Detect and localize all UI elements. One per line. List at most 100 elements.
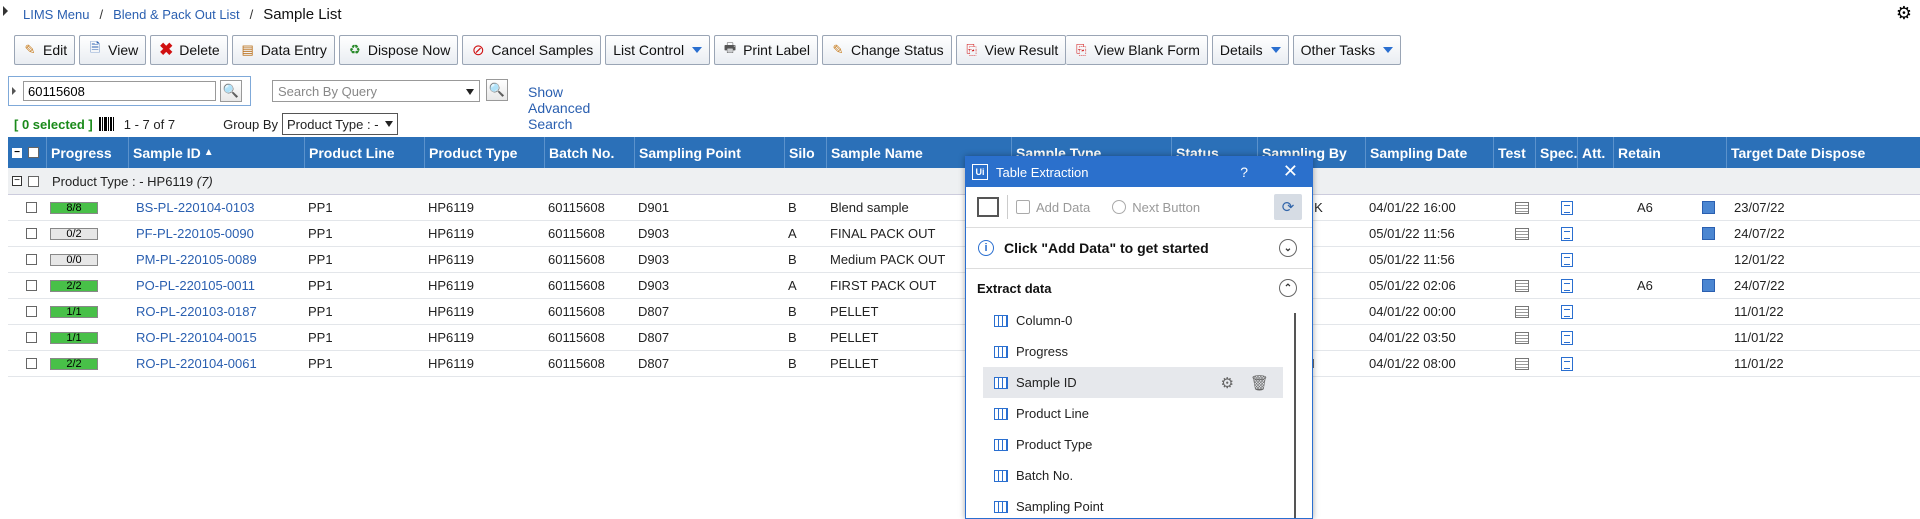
other-tasks-button[interactable]: Other Tasks xyxy=(1292,35,1402,65)
table-row[interactable]: 0/0 PM-PL-220105-0089 PP1 HP6119 60115608 D90… xyxy=(8,247,1920,273)
spec-document-icon[interactable] xyxy=(1561,252,1573,267)
sample-id-link[interactable]: RO-PL-220104-0061 xyxy=(136,356,257,371)
test-list-icon[interactable] xyxy=(1515,279,1529,292)
row-checkbox[interactable] xyxy=(26,306,37,317)
row-checkbox[interactable] xyxy=(26,280,37,291)
retain-storage-icon[interactable] xyxy=(1702,201,1715,214)
show-advanced-search-link[interactable]: Show Advanced Search xyxy=(528,84,590,132)
test-list-icon[interactable] xyxy=(1515,227,1529,240)
dispose-now-button[interactable]: ♻ Dispose Now xyxy=(338,35,459,65)
sample-id-link[interactable]: PO-PL-220105-0011 xyxy=(136,278,255,293)
selected-count[interactable]: [ 0 selected ] xyxy=(14,117,93,132)
gear-icon[interactable]: ⚙ xyxy=(1896,3,1912,24)
col-batch-no[interactable]: Batch No. xyxy=(544,137,634,168)
table-row[interactable]: 1/1 RO-PL-220103-0187 PP1 HP6119 60115608 D80… xyxy=(8,299,1920,325)
col-silo[interactable]: Silo xyxy=(784,137,826,168)
field-item[interactable]: Column-0 xyxy=(983,305,1283,336)
col-sample-id[interactable]: Sample ID ▲ xyxy=(128,137,304,168)
sample-id-link[interactable]: PF-PL-220105-0090 xyxy=(136,226,254,241)
cell-sampling-date: 04/01/22 08:00 xyxy=(1369,356,1456,371)
sample-id-link[interactable]: PM-PL-220105-0089 xyxy=(136,252,257,267)
group-by-select[interactable]: Product Type : - xyxy=(282,113,398,135)
col-sampling-date[interactable]: Sampling Date xyxy=(1365,137,1493,168)
table-row[interactable]: 8/8 BS-PL-220104-0103 PP1 HP6119 60115608 D90… xyxy=(8,195,1920,221)
spec-document-icon[interactable] xyxy=(1561,226,1573,241)
spec-document-icon[interactable] xyxy=(1561,278,1573,293)
view-button[interactable]: 🗎 View xyxy=(79,35,147,65)
spec-document-icon[interactable] xyxy=(1561,356,1573,371)
col-product-type[interactable]: Product Type xyxy=(424,137,544,168)
col-test[interactable]: Test xyxy=(1493,137,1535,168)
collapse-group-icon[interactable]: − xyxy=(12,176,22,186)
field-item[interactable]: Sample ID ⚙ 🗑 xyxy=(983,367,1283,398)
breadcrumb-blend-pack-out-list[interactable]: Blend & Pack Out List xyxy=(113,7,239,22)
help-icon[interactable]: ? xyxy=(1240,164,1248,180)
select-all-checkbox[interactable] xyxy=(28,147,39,158)
col-sampling-point[interactable]: Sampling Point xyxy=(634,137,784,168)
table-row[interactable]: 1/1 RO-PL-220104-0015 PP1 HP6119 60115608 D80… xyxy=(8,325,1920,351)
view-blank-form-button[interactable]: ⎘ View Blank Form xyxy=(1066,35,1208,65)
spec-document-icon[interactable] xyxy=(1561,330,1573,345)
save-icon[interactable] xyxy=(977,197,999,217)
list-control-button[interactable]: List Control xyxy=(605,35,711,65)
collapse-arrow-icon[interactable] xyxy=(3,6,8,16)
data-entry-button[interactable]: ▤ Data Entry xyxy=(231,35,335,65)
row-checkbox[interactable] xyxy=(26,228,37,239)
trash-icon[interactable]: 🗑 xyxy=(1250,374,1269,392)
edit-button[interactable]: ✎ Edit xyxy=(14,35,76,65)
table-row[interactable]: 2/2 RO-PL-220104-0061 PP1 HP6119 60115608 D80… xyxy=(8,351,1920,377)
col-progress[interactable]: Progress xyxy=(46,137,136,168)
expand-arrow-icon[interactable] xyxy=(12,87,16,95)
test-list-icon[interactable] xyxy=(1515,331,1529,344)
scrollbar[interactable] xyxy=(1294,313,1296,518)
search-by-query-select[interactable]: Search By Query xyxy=(272,80,480,102)
refresh-icon[interactable]: ⟳ xyxy=(1274,194,1302,220)
cancel-samples-button[interactable]: ⊘ Cancel Samples xyxy=(462,35,602,65)
delete-button[interactable]: ✖ Delete xyxy=(150,35,228,65)
test-list-icon[interactable] xyxy=(1515,357,1529,370)
settings-icon[interactable]: ⚙ xyxy=(1221,374,1234,392)
retain-storage-icon[interactable] xyxy=(1702,227,1715,240)
sample-id-link[interactable]: RO-PL-220103-0187 xyxy=(136,304,257,319)
chevron-up-icon[interactable]: ⌃ xyxy=(1279,279,1297,297)
col-product-line[interactable]: Product Line xyxy=(304,137,424,168)
test-list-icon[interactable] xyxy=(1515,201,1529,214)
barcode-icon[interactable] xyxy=(98,117,114,131)
sample-id-link[interactable]: RO-PL-220104-0015 xyxy=(136,330,257,345)
next-button-button[interactable]: Next Button xyxy=(1112,200,1200,215)
print-label-button[interactable]: 🖶 Print Label xyxy=(714,35,818,65)
view-result-button[interactable]: ⎘ View Result xyxy=(955,35,1067,65)
col-target-date-dispose[interactable]: Target Date Dispose xyxy=(1726,137,1920,168)
col-retain[interactable]: Retain xyxy=(1613,137,1712,168)
change-status-button[interactable]: ✎ Change Status xyxy=(822,35,952,65)
field-item[interactable]: Product Type xyxy=(983,429,1283,460)
query-search-button[interactable]: 🔍 xyxy=(486,79,508,101)
row-checkbox[interactable] xyxy=(26,254,37,265)
test-list-icon[interactable] xyxy=(1515,305,1529,318)
row-checkbox[interactable] xyxy=(26,332,37,343)
field-item[interactable]: Progress xyxy=(983,336,1283,367)
table-row[interactable]: 0/2 PF-PL-220105-0090 PP1 HP6119 60115608 D90… xyxy=(8,221,1920,247)
spec-document-icon[interactable] xyxy=(1561,304,1573,319)
search-input[interactable] xyxy=(23,81,216,101)
details-button[interactable]: Details xyxy=(1211,35,1289,65)
row-checkbox[interactable] xyxy=(26,202,37,213)
field-item[interactable]: Sampling Point xyxy=(983,491,1283,518)
add-data-button[interactable]: Add Data xyxy=(1016,200,1090,215)
row-checkbox[interactable] xyxy=(26,358,37,369)
field-item[interactable]: Batch No. xyxy=(983,460,1283,491)
collapse-all-icon[interactable]: − xyxy=(12,147,22,158)
chevron-down-icon[interactable]: ⌄ xyxy=(1279,239,1297,257)
group-checkbox[interactable] xyxy=(28,175,39,187)
field-item[interactable]: Product Line xyxy=(983,398,1283,429)
retain-storage-icon[interactable] xyxy=(1702,279,1715,292)
close-icon[interactable]: ✕ xyxy=(1283,161,1298,182)
table-row[interactable]: 2/2 PO-PL-220105-0011 PP1 HP6119 60115608 D90… xyxy=(8,273,1920,299)
group-row[interactable]: − Product Type : - HP6119 (7) xyxy=(8,168,1920,195)
sample-id-link[interactable]: BS-PL-220104-0103 xyxy=(136,200,255,215)
col-spec[interactable]: Spec. xyxy=(1535,137,1577,168)
search-button[interactable]: 🔍 xyxy=(220,80,242,102)
spec-document-icon[interactable] xyxy=(1561,200,1573,215)
col-att[interactable]: Att. xyxy=(1577,137,1613,168)
breadcrumb-lims-menu[interactable]: LIMS Menu xyxy=(23,7,89,22)
